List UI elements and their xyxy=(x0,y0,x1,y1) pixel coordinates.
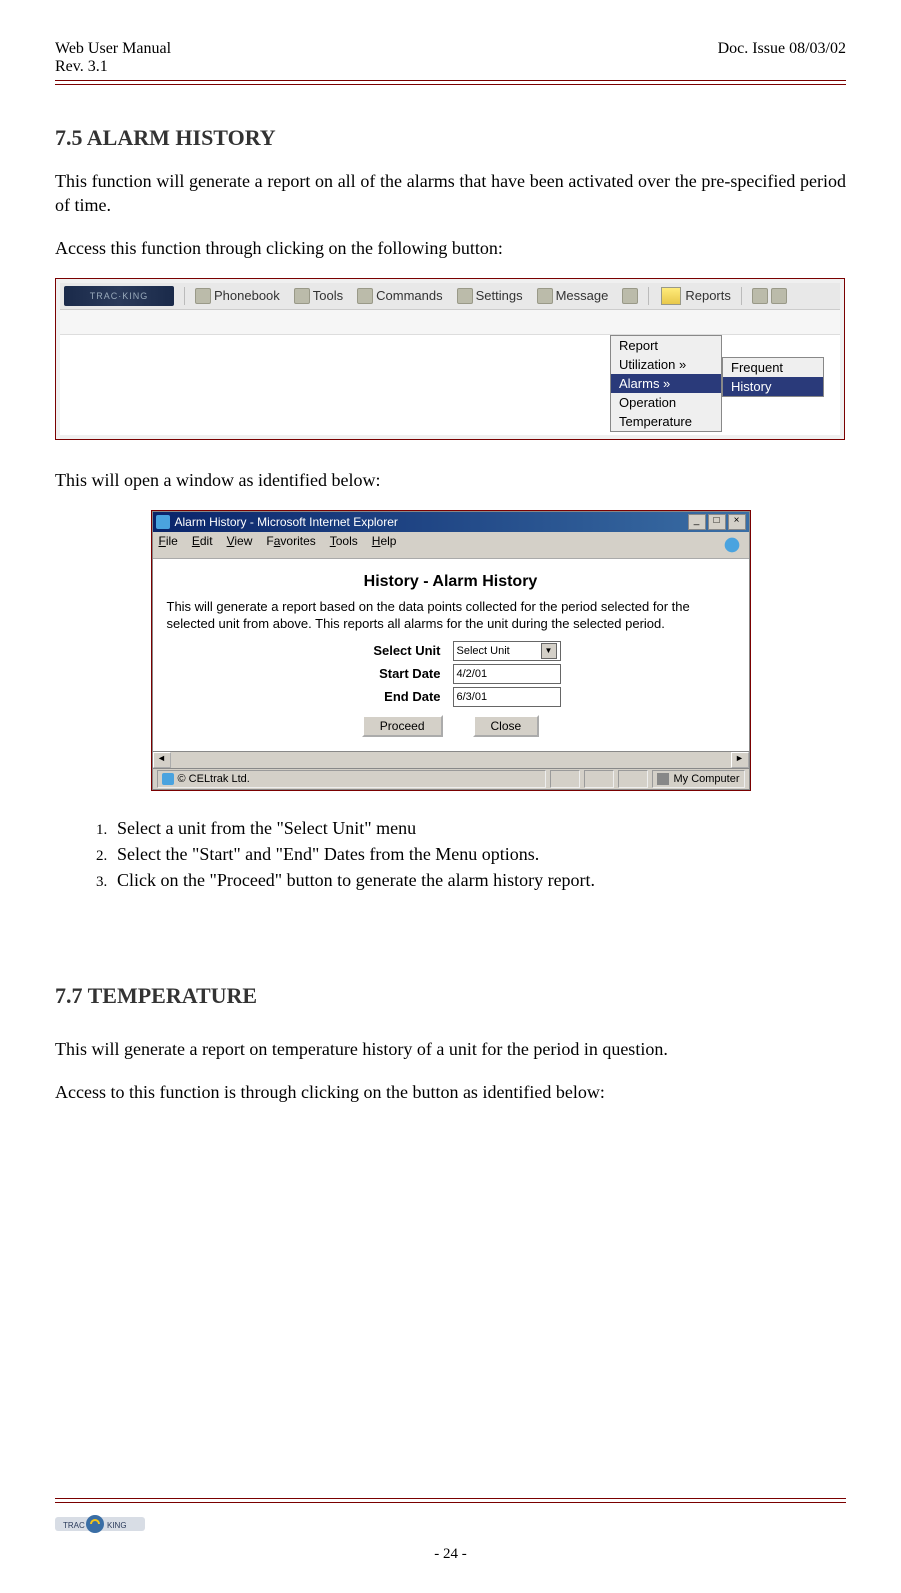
tools-icon xyxy=(294,288,310,304)
section-7-7-title: 7.7 TEMPERATURE xyxy=(55,983,846,1009)
tb-reports[interactable]: Reports xyxy=(655,286,737,306)
para-intro-1: This function will generate a report on … xyxy=(55,169,846,218)
horizontal-scrollbar[interactable]: ◄ ► xyxy=(153,751,749,768)
tb-label: Commands xyxy=(376,288,442,303)
dialog-description: This will generate a report based on the… xyxy=(167,599,735,633)
menu-label: Alarms » xyxy=(619,376,670,391)
page-header: Web User Manual Rev. 3.1 Doc. Issue 08/0… xyxy=(55,40,846,80)
app-logo: TRAC·KING xyxy=(64,286,174,306)
svg-text:KING: KING xyxy=(107,1521,127,1530)
chevron-down-icon: ▼ xyxy=(541,643,557,659)
tb-label: Reports xyxy=(685,288,731,303)
para-open-window: This will open a window as identified be… xyxy=(55,468,846,492)
ie-menubar: File Edit View Favorites Tools Help xyxy=(153,532,749,559)
window-titlebar: Alarm History - Microsoft Internet Explo… xyxy=(153,512,749,532)
menu-item-utilization[interactable]: Utilization » xyxy=(611,355,721,374)
misc-icon xyxy=(752,288,768,304)
menu-item-frequent[interactable]: Frequent xyxy=(723,358,823,377)
start-date-label: Start Date xyxy=(341,666,441,681)
step-2: Select the "Start" and "End" Dates from … xyxy=(111,841,846,867)
section-number: 7.7 xyxy=(55,983,83,1008)
tb-trailing-icons[interactable] xyxy=(746,287,793,305)
ie-logo-icon xyxy=(721,534,743,556)
minimize-button[interactable]: _ xyxy=(688,514,706,530)
page-icon xyxy=(162,773,174,785)
message-icon xyxy=(537,288,553,304)
tb-commands[interactable]: Commands xyxy=(351,287,448,305)
tb-settings[interactable]: Settings xyxy=(451,287,529,305)
tb-phonebook[interactable]: Phonebook xyxy=(189,287,286,305)
settings-icon xyxy=(457,288,473,304)
computer-icon xyxy=(657,773,669,785)
reports-submenu[interactable]: Report Utilization » Alarms » Operation … xyxy=(610,335,722,432)
start-date-input[interactable]: 4/2/01 xyxy=(453,664,561,684)
menu-favorites[interactable]: Favorites xyxy=(266,534,315,556)
header-rev: Rev. 3.1 xyxy=(55,58,171,76)
para-intro-2: Access this function through clicking on… xyxy=(55,236,846,260)
alarms-submenu[interactable]: Frequent History xyxy=(722,357,824,397)
header-issue: Doc. Issue 08/03/02 xyxy=(718,40,846,76)
close-button[interactable]: × xyxy=(728,514,746,530)
status-right-text: My Computer xyxy=(673,773,739,785)
window-title: Alarm History - Microsoft Internet Explo… xyxy=(175,515,398,529)
footer-logo: TRAC KING xyxy=(55,1509,145,1537)
tb-label: Phonebook xyxy=(214,288,280,303)
para-temp-2: Access to this function is through click… xyxy=(55,1080,846,1104)
maximize-button[interactable]: □ xyxy=(708,514,726,530)
menu-tools[interactable]: Tools xyxy=(330,534,358,556)
app-toolbar: TRAC·KING Phonebook Tools Commands Setti… xyxy=(60,283,840,310)
header-rule xyxy=(55,80,846,85)
tb-label: Tools xyxy=(313,288,343,303)
scroll-left-icon[interactable]: ◄ xyxy=(153,752,171,768)
tb-label: Message xyxy=(556,288,609,303)
tb-message[interactable]: Message xyxy=(531,287,615,305)
menu-file[interactable]: File xyxy=(159,534,178,556)
tb-extra-icon[interactable] xyxy=(616,287,644,305)
status-left-text: © CELtrak Ltd. xyxy=(178,773,250,785)
menu-edit[interactable]: Edit xyxy=(192,534,213,556)
menu-view[interactable]: View xyxy=(227,534,253,556)
end-date-input[interactable]: 6/3/01 xyxy=(453,687,561,707)
steps-list: Select a unit from the "Select Unit" men… xyxy=(81,815,846,893)
section-name: ALARM HISTORY xyxy=(87,125,276,150)
tb-tools[interactable]: Tools xyxy=(288,287,349,305)
scroll-right-icon[interactable]: ► xyxy=(731,752,749,768)
ie-statusbar: © CELtrak Ltd. My Computer xyxy=(153,768,749,789)
globe-icon xyxy=(622,288,638,304)
start-date-value: 4/2/01 xyxy=(457,668,488,680)
menu-item-temperature[interactable]: Temperature xyxy=(611,412,721,431)
end-date-label: End Date xyxy=(341,689,441,704)
step-1: Select a unit from the "Select Unit" men… xyxy=(111,815,846,841)
commands-icon xyxy=(357,288,373,304)
page-number: - 24 - xyxy=(55,1546,846,1563)
footer-rule xyxy=(55,1498,846,1503)
end-date-value: 6/3/01 xyxy=(457,691,488,703)
tb-label: Settings xyxy=(476,288,523,303)
misc-icon-2 xyxy=(771,288,787,304)
svg-text:TRAC: TRAC xyxy=(63,1521,85,1530)
reports-icon xyxy=(661,287,681,305)
close-dialog-button[interactable]: Close xyxy=(473,715,540,737)
section-7-5-title: 7.5 ALARM HISTORY xyxy=(55,125,846,151)
proceed-button[interactable]: Proceed xyxy=(362,715,443,737)
select-unit-value: Select Unit xyxy=(457,645,510,657)
section-number: 7.5 xyxy=(55,125,83,150)
menu-item-alarms[interactable]: Alarms » xyxy=(611,374,721,393)
select-unit-dropdown[interactable]: Select Unit ▼ xyxy=(453,641,561,661)
para-temp-1: This will generate a report on temperatu… xyxy=(55,1037,846,1061)
menu-item-operation[interactable]: Operation xyxy=(611,393,721,412)
menu-help[interactable]: Help xyxy=(372,534,397,556)
menu-item-history[interactable]: History xyxy=(723,377,823,396)
figure-toolbar-menu: TRAC·KING Phonebook Tools Commands Setti… xyxy=(55,278,845,440)
step-3: Click on the "Proceed" button to generat… xyxy=(111,867,846,893)
ie-icon xyxy=(156,515,170,529)
header-title: Web User Manual xyxy=(55,40,171,58)
menu-item-report[interactable]: Report xyxy=(611,336,721,355)
figure-ie-window: Alarm History - Microsoft Internet Explo… xyxy=(151,510,751,791)
book-icon xyxy=(195,288,211,304)
dialog-heading: History - Alarm History xyxy=(167,573,735,591)
select-unit-label: Select Unit xyxy=(341,643,441,658)
section-name: TEMPERATURE xyxy=(88,983,258,1008)
